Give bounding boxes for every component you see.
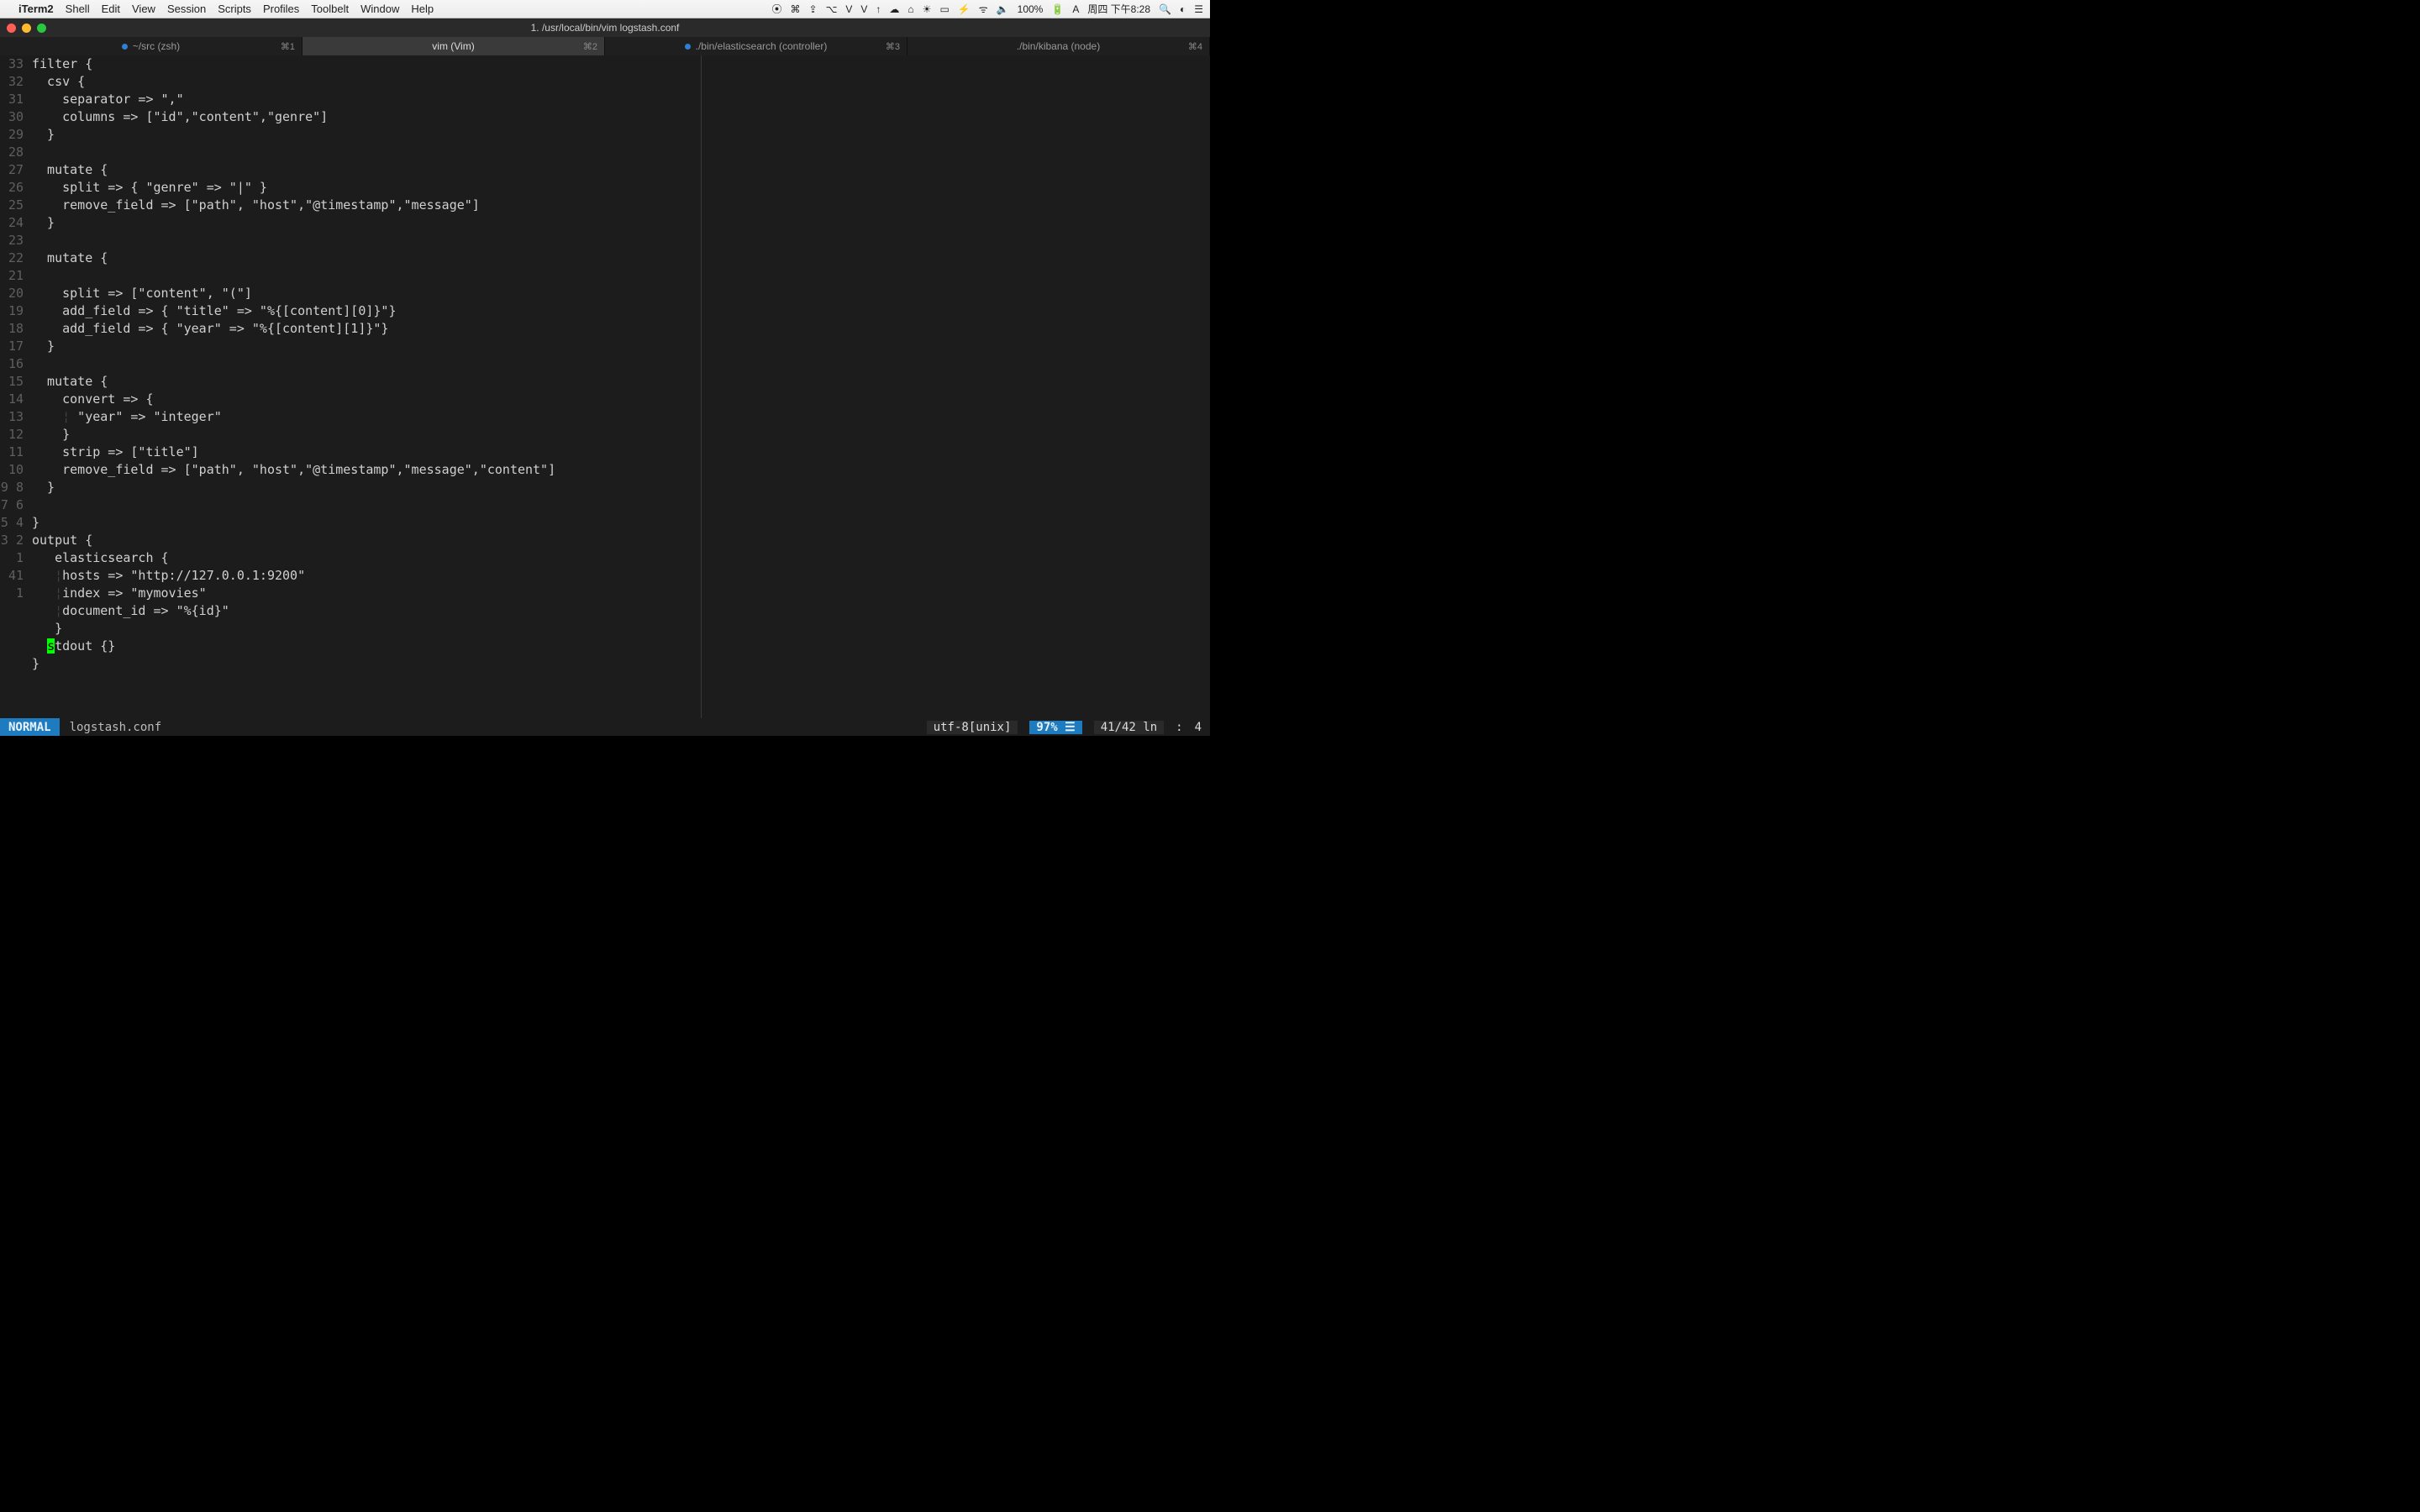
bluetooth-icon[interactable]: ⚡: [958, 3, 971, 15]
menu-help[interactable]: Help: [411, 3, 434, 15]
app-name-menu[interactable]: iTerm2: [18, 3, 54, 15]
tab-label: vim (Vim): [432, 40, 474, 52]
editor-area: 33 32 31 30 29 28 27 26 25 24 23 22 21 2…: [0, 55, 1210, 718]
menubar-right: ⦿ ⌘ ⇪ ⌥ V V ↑ ☁ ⌂ ☀ ▭ ⚡ ᯤ 🔈 100% 🔋 A 周四 …: [771, 2, 1203, 16]
zoom-window-button[interactable]: [37, 24, 46, 33]
tab-1[interactable]: ~/src (zsh) ⌘1: [0, 37, 302, 55]
tab-2[interactable]: vim (Vim) ⌘2: [302, 37, 605, 55]
status-icon[interactable]: ☀: [923, 3, 932, 15]
menu-edit[interactable]: Edit: [102, 3, 120, 15]
battery-icon[interactable]: 🔋: [1051, 3, 1064, 15]
vim-filename: logstash.conf: [60, 721, 162, 734]
editor-pane-left[interactable]: 33 32 31 30 29 28 27 26 25 24 23 22 21 2…: [0, 55, 702, 718]
menu-session[interactable]: Session: [167, 3, 206, 15]
activity-dot-icon: [685, 44, 691, 50]
status-icon[interactable]: ⌂: [908, 3, 913, 15]
tab-shortcut: ⌘4: [1188, 41, 1202, 52]
tab-label: ./bin/elasticsearch (controller): [696, 40, 828, 52]
minimize-window-button[interactable]: [22, 24, 31, 33]
notification-center-icon[interactable]: ☰: [1194, 3, 1203, 15]
terminal-bottom-gap: [0, 736, 1210, 756]
tab-label: ./bin/kibana (node): [1017, 40, 1100, 52]
volume-icon[interactable]: 🔈: [997, 3, 1009, 15]
status-icon[interactable]: V: [845, 3, 852, 15]
close-window-button[interactable]: [7, 24, 16, 33]
menu-view[interactable]: View: [132, 3, 155, 15]
menu-window[interactable]: Window: [360, 3, 399, 15]
status-icon[interactable]: ☁: [889, 3, 899, 15]
menu-scripts[interactable]: Scripts: [218, 3, 251, 15]
vim-cursor: s: [47, 638, 55, 654]
vim-statusline: NORMAL logstash.conf utf-8[unix] 97% ☰ 4…: [0, 718, 1210, 736]
tab-4[interactable]: ./bin/kibana (node) ⌘4: [908, 37, 1210, 55]
status-icon[interactable]: ⦿: [771, 2, 781, 16]
vim-col-sep: :: [1176, 721, 1182, 734]
menubar-left: iTerm2 Shell Edit View Session Scripts P…: [7, 3, 434, 15]
clock[interactable]: 周四 下午8:28: [1087, 2, 1150, 16]
status-icon[interactable]: ↑: [876, 3, 881, 15]
tab-label: ~/src (zsh): [133, 40, 180, 52]
editor-pane-right[interactable]: [702, 55, 1210, 718]
input-source-icon[interactable]: A: [1072, 3, 1079, 15]
vim-line-pos: 41/42 ln: [1094, 721, 1164, 734]
activity-dot-icon: [122, 44, 128, 50]
window-title: 1. /usr/local/bin/vim logstash.conf: [0, 22, 1210, 34]
menu-profiles[interactable]: Profiles: [263, 3, 299, 15]
tab-shortcut: ⌘1: [281, 41, 295, 52]
status-icon[interactable]: ▭: [939, 3, 949, 15]
macos-menubar: iTerm2 Shell Edit View Session Scripts P…: [0, 0, 1210, 18]
vim-col: 4: [1195, 721, 1202, 734]
siri-icon[interactable]: ◐: [1180, 3, 1186, 15]
vim-percent: 97% ☰: [1029, 721, 1081, 734]
status-icon[interactable]: ⌘: [791, 3, 801, 15]
status-icon[interactable]: V: [860, 3, 867, 15]
iterm-tabbar: ~/src (zsh) ⌘1 vim (Vim) ⌘2 ./bin/elasti…: [0, 37, 1210, 55]
battery-percent[interactable]: 100%: [1018, 3, 1044, 15]
vim-encoding: utf-8[unix]: [927, 721, 1018, 734]
spotlight-icon[interactable]: 🔍: [1159, 3, 1171, 15]
traffic-lights: [7, 24, 46, 33]
code-content[interactable]: filter { csv { separator => "," columns …: [29, 55, 701, 718]
menu-toolbelt[interactable]: Toolbelt: [311, 3, 349, 15]
line-gutter: 33 32 31 30 29 28 27 26 25 24 23 22 21 2…: [0, 55, 29, 718]
vim-mode: NORMAL: [0, 718, 60, 736]
window-titlebar: 1. /usr/local/bin/vim logstash.conf: [0, 18, 1210, 37]
status-icon[interactable]: ⌥: [826, 3, 838, 15]
tab-3[interactable]: ./bin/elasticsearch (controller) ⌘3: [605, 37, 908, 55]
menu-shell[interactable]: Shell: [66, 3, 90, 15]
tab-shortcut: ⌘2: [583, 41, 597, 52]
status-icon[interactable]: ⇪: [809, 3, 818, 15]
wifi-icon[interactable]: ᯤ: [979, 2, 988, 16]
tab-shortcut: ⌘3: [886, 41, 900, 52]
